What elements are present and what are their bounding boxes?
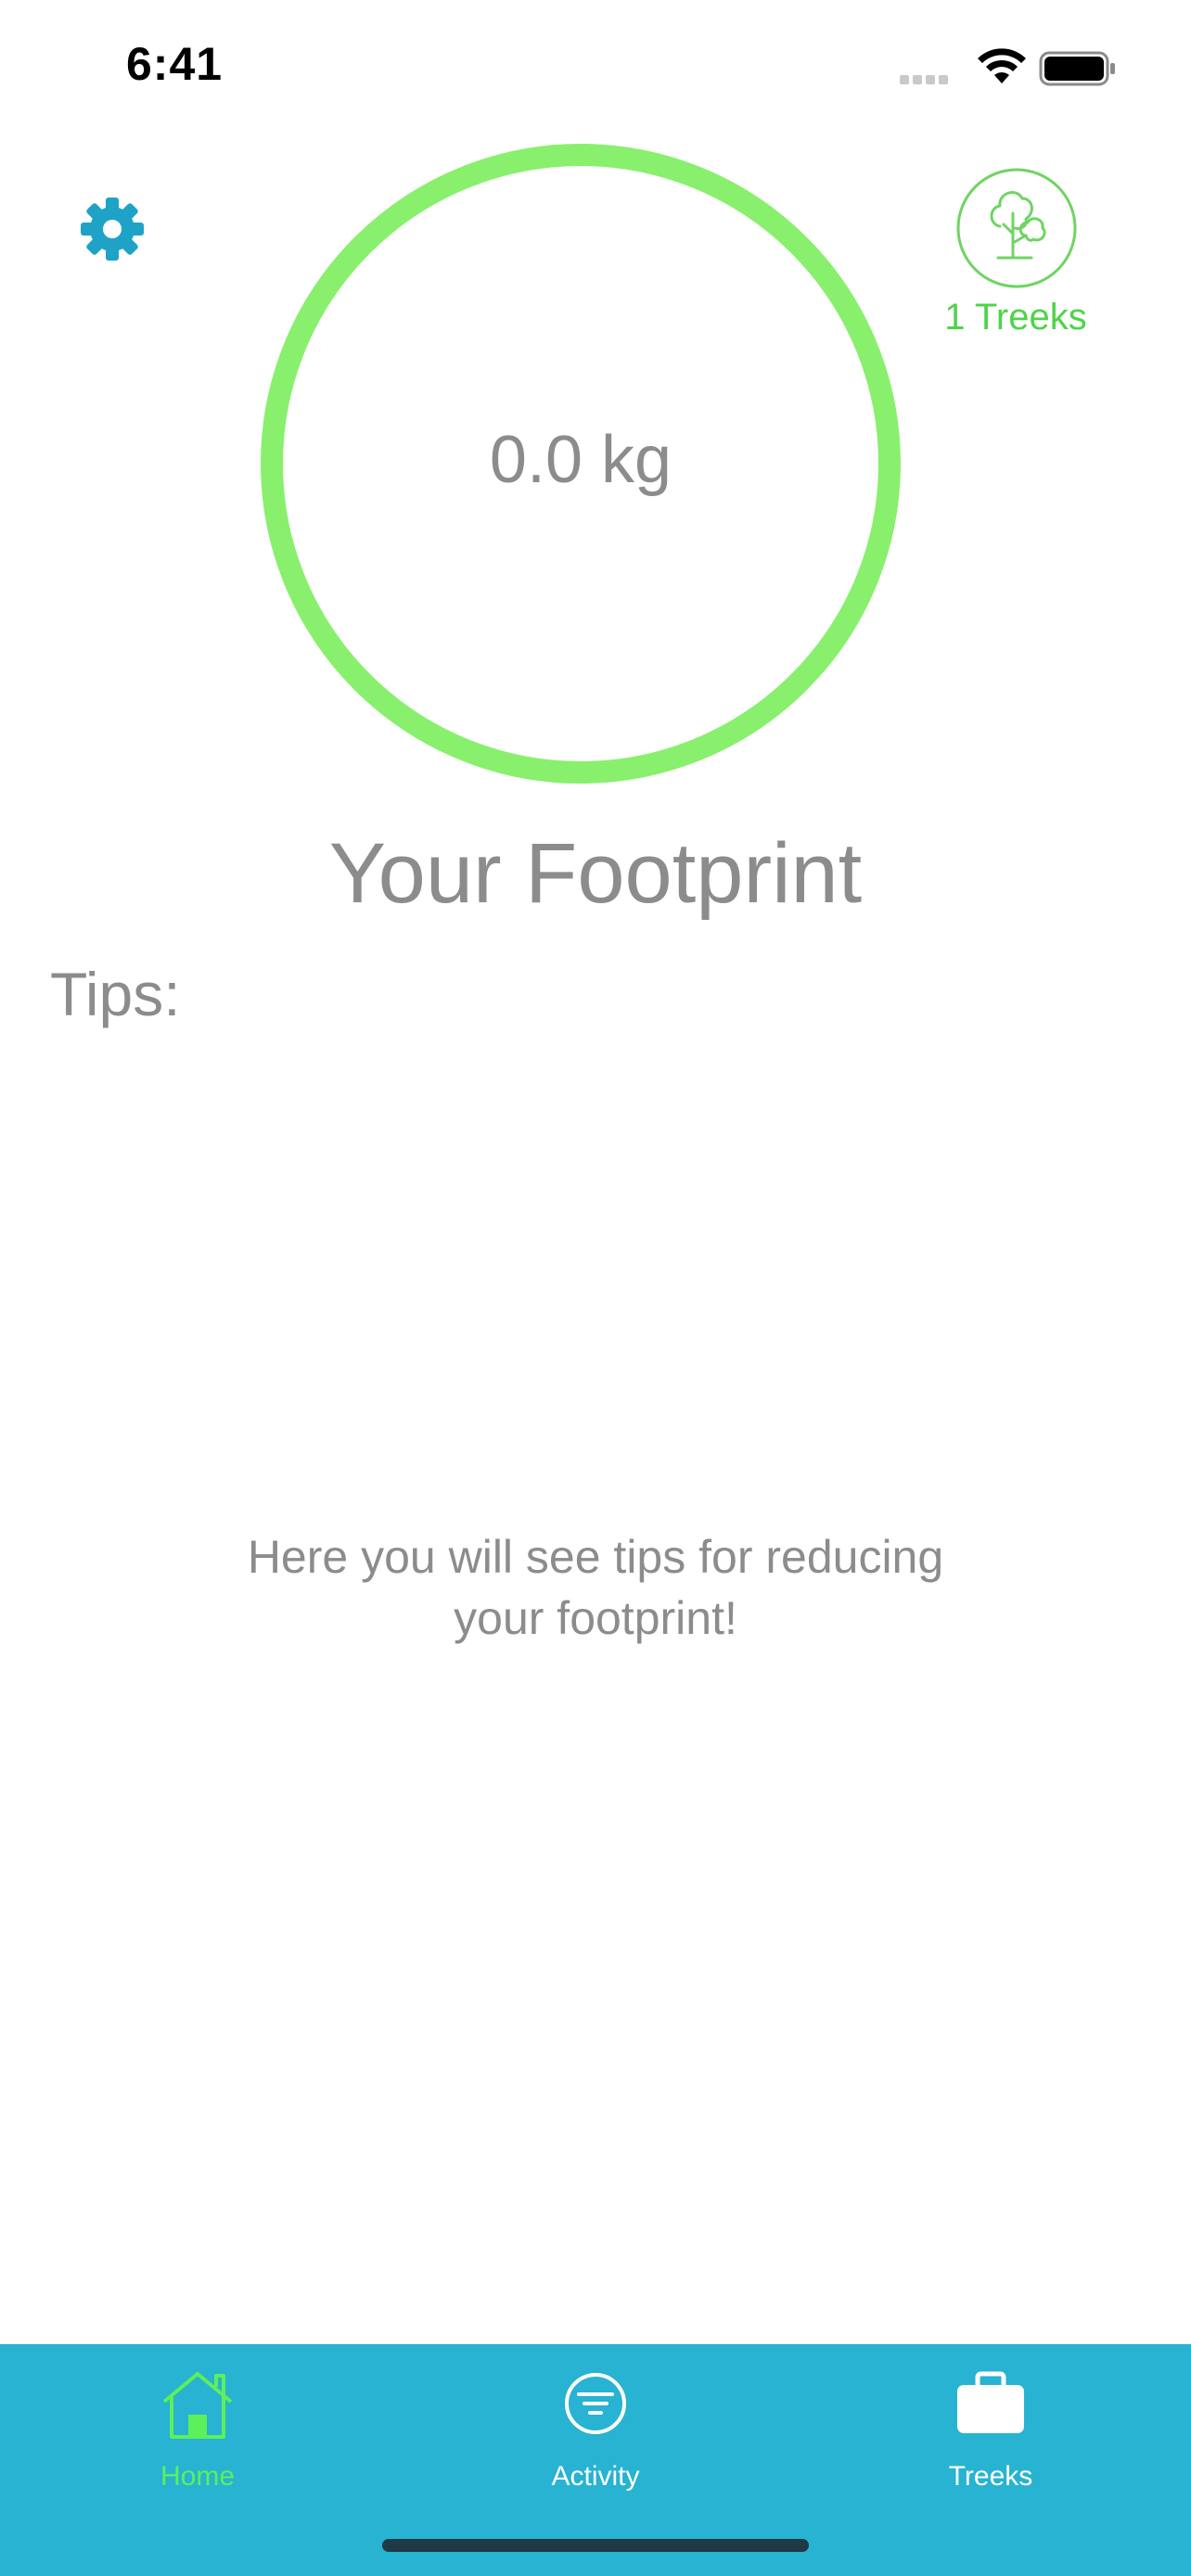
cellular-signal-icon — [900, 72, 952, 89]
gear-icon — [81, 198, 144, 261]
status-time: 6:41 — [126, 38, 224, 90]
tab-home[interactable]: Home — [58, 2344, 337, 2511]
tab-home-label: Home — [160, 2461, 236, 2492]
page-title: Your Footprint — [328, 826, 863, 921]
settings-button[interactable] — [80, 197, 145, 266]
footprint-value: 0.0 kg — [489, 423, 672, 497]
tips-placeholder-line1: Here you will see tips for reducing — [247, 1531, 944, 1583]
tab-activity-label: Activity — [551, 2461, 640, 2492]
wifi-icon — [976, 48, 1028, 90]
tab-treeks-label: Treeks — [948, 2461, 1033, 2492]
tips-placeholder: Here you will see tips for reducing your… — [167, 1526, 1024, 1649]
tab-treeks[interactable]: Treeks — [852, 2344, 1130, 2511]
status-bar: 6:41 — [0, 0, 1191, 130]
home-indicator[interactable] — [382, 2539, 809, 2552]
tree-icon — [956, 168, 1077, 288]
tips-label: Tips: — [50, 960, 181, 1028]
filter-icon — [456, 2366, 735, 2441]
battery-icon — [1039, 50, 1117, 92]
treeks-count[interactable]: 1 Treeks — [928, 297, 1104, 338]
tips-placeholder-line2: your footprint! — [454, 1592, 737, 1644]
home-icon — [58, 2366, 337, 2441]
briefcase-icon — [852, 2366, 1130, 2441]
treeks-badge-button[interactable] — [933, 167, 1100, 294]
tab-activity[interactable]: Activity — [456, 2344, 735, 2511]
